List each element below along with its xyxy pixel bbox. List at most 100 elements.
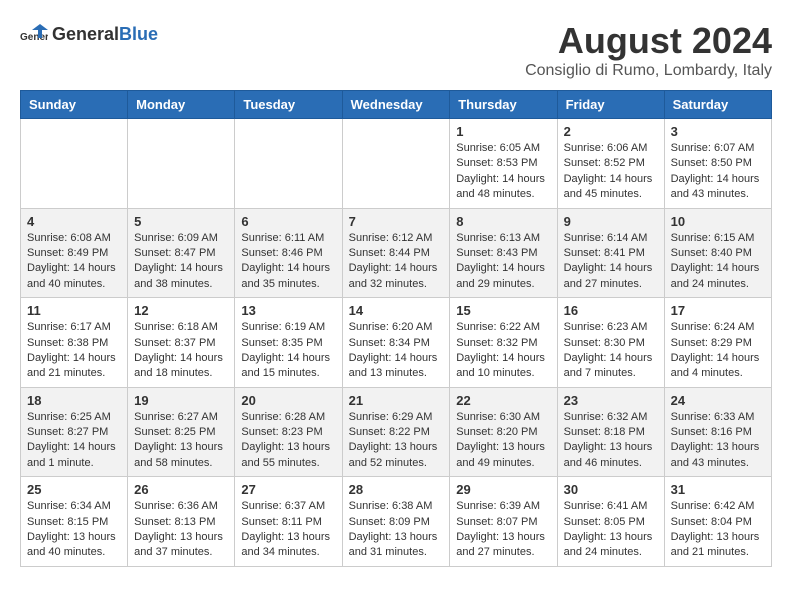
day-number: 7 (349, 214, 444, 229)
day-info: Sunrise: 6:15 AM Sunset: 8:40 PM Dayligh… (671, 231, 765, 293)
day-info: Sunrise: 6:36 AM Sunset: 8:13 PM Dayligh… (134, 499, 228, 561)
week-row-1: 1 Sunrise: 6:05 AM Sunset: 8:53 PM Daylig… (21, 119, 772, 209)
day-info: Sunrise: 6:14 AM Sunset: 8:41 PM Dayligh… (564, 231, 658, 293)
day-info: Sunrise: 6:09 AM Sunset: 8:47 PM Dayligh… (134, 231, 228, 293)
day-number: 11 (27, 303, 121, 318)
day-cell: 31 Sunrise: 6:42 AM Sunset: 8:04 PM Dayli… (664, 477, 771, 567)
day-cell: 25 Sunrise: 6:34 AM Sunset: 8:15 PM Dayli… (21, 477, 128, 567)
weekday-header-row: SundayMondayTuesdayWednesdayThursdayFrid… (21, 91, 772, 119)
day-number: 1 (456, 124, 550, 139)
day-number: 25 (27, 482, 121, 497)
header: General GeneralBlue August 2024 Consigli… (20, 20, 772, 80)
day-info: Sunrise: 6:29 AM Sunset: 8:22 PM Dayligh… (349, 410, 444, 472)
day-info: Sunrise: 6:06 AM Sunset: 8:52 PM Dayligh… (564, 141, 658, 203)
day-cell: 14Sunrise: 6:20 AM Sunset: 8:34 PM Dayli… (342, 298, 450, 388)
day-number: 10 (671, 214, 765, 229)
day-cell: 17 Sunrise: 6:24 AM Sunset: 8:29 PM Dayli… (664, 298, 771, 388)
day-info: Sunrise: 6:11 AM Sunset: 8:46 PM Dayligh… (241, 231, 335, 293)
day-number: 20 (241, 393, 335, 408)
day-info: Sunrise: 6:12 AM Sunset: 8:44 PM Dayligh… (349, 231, 444, 293)
title-area: August 2024 Consiglio di Rumo, Lombardy,… (525, 20, 772, 80)
day-number: 6 (241, 214, 335, 229)
day-number: 22 (456, 393, 550, 408)
day-cell: 5 Sunrise: 6:09 AM Sunset: 8:47 PM Daylig… (128, 208, 235, 298)
day-cell: 6 Sunrise: 6:11 AM Sunset: 8:46 PM Daylig… (235, 208, 342, 298)
week-row-4: 18 Sunrise: 6:25 AM Sunset: 8:27 PM Dayli… (21, 387, 772, 477)
day-info: Sunrise: 6:41 AM Sunset: 8:05 PM Dayligh… (564, 499, 658, 561)
day-cell (128, 119, 235, 209)
day-info: Sunrise: 6:24 AM Sunset: 8:29 PM Dayligh… (671, 320, 765, 382)
day-info: Sunrise: 6:38 AM Sunset: 8:09 PM Dayligh… (349, 499, 444, 561)
week-row-5: 25 Sunrise: 6:34 AM Sunset: 8:15 PM Dayli… (21, 477, 772, 567)
day-info: Sunrise: 6:39 AM Sunset: 8:07 PM Dayligh… (456, 499, 550, 561)
day-cell: 28 Sunrise: 6:38 AM Sunset: 8:09 PM Dayli… (342, 477, 450, 567)
day-number: 18 (27, 393, 121, 408)
day-cell: 16 Sunrise: 6:23 AM Sunset: 8:30 PM Dayli… (557, 298, 664, 388)
day-cell: 11Sunrise: 6:17 AM Sunset: 8:38 PM Dayli… (21, 298, 128, 388)
day-info: Sunrise: 6:13 AM Sunset: 8:43 PM Dayligh… (456, 231, 550, 293)
day-cell: 19 Sunrise: 6:27 AM Sunset: 8:25 PM Dayli… (128, 387, 235, 477)
day-info: Sunrise: 6:33 AM Sunset: 8:16 PM Dayligh… (671, 410, 765, 472)
day-info: Sunrise: 6:32 AM Sunset: 8:18 PM Dayligh… (564, 410, 658, 472)
day-info: Sunrise: 6:34 AM Sunset: 8:15 PM Dayligh… (27, 499, 121, 561)
day-cell: 24 Sunrise: 6:33 AM Sunset: 8:16 PM Dayli… (664, 387, 771, 477)
day-number: 5 (134, 214, 228, 229)
day-number: 19 (134, 393, 228, 408)
location-title: Consiglio di Rumo, Lombardy, Italy (525, 62, 772, 80)
day-cell: 12Sunrise: 6:18 AM Sunset: 8:37 PM Dayli… (128, 298, 235, 388)
day-cell (235, 119, 342, 209)
day-number: 31 (671, 482, 765, 497)
day-info: Sunrise: 6:18 AM Sunset: 8:37 PM Dayligh… (134, 320, 228, 382)
calendar-body: 1 Sunrise: 6:05 AM Sunset: 8:53 PM Daylig… (21, 119, 772, 567)
day-cell: 18 Sunrise: 6:25 AM Sunset: 8:27 PM Dayli… (21, 387, 128, 477)
day-cell: 27Sunrise: 6:37 AM Sunset: 8:11 PM Dayli… (235, 477, 342, 567)
day-number: 8 (456, 214, 550, 229)
day-info: Sunrise: 6:23 AM Sunset: 8:30 PM Dayligh… (564, 320, 658, 382)
day-cell: 9 Sunrise: 6:14 AM Sunset: 8:41 PM Daylig… (557, 208, 664, 298)
day-info: Sunrise: 6:19 AM Sunset: 8:35 PM Dayligh… (241, 320, 335, 382)
logo-general: General (52, 24, 119, 44)
day-number: 3 (671, 124, 765, 139)
day-info: Sunrise: 6:37 AM Sunset: 8:11 PM Dayligh… (241, 499, 335, 561)
weekday-friday: Friday (557, 91, 664, 119)
day-number: 26 (134, 482, 228, 497)
day-info: Sunrise: 6:42 AM Sunset: 8:04 PM Dayligh… (671, 499, 765, 561)
day-number: 4 (27, 214, 121, 229)
day-cell: 30Sunrise: 6:41 AM Sunset: 8:05 PM Dayli… (557, 477, 664, 567)
weekday-thursday: Thursday (450, 91, 557, 119)
day-number: 9 (564, 214, 658, 229)
day-info: Sunrise: 6:28 AM Sunset: 8:23 PM Dayligh… (241, 410, 335, 472)
day-number: 14 (349, 303, 444, 318)
month-title: August 2024 (525, 20, 772, 62)
day-cell: 10 Sunrise: 6:15 AM Sunset: 8:40 PM Dayli… (664, 208, 771, 298)
day-number: 13 (241, 303, 335, 318)
weekday-sunday: Sunday (21, 91, 128, 119)
day-cell: 7 Sunrise: 6:12 AM Sunset: 8:44 PM Daylig… (342, 208, 450, 298)
day-info: Sunrise: 6:25 AM Sunset: 8:27 PM Dayligh… (27, 410, 121, 472)
day-number: 23 (564, 393, 658, 408)
day-number: 16 (564, 303, 658, 318)
day-info: Sunrise: 6:27 AM Sunset: 8:25 PM Dayligh… (134, 410, 228, 472)
day-info: Sunrise: 6:30 AM Sunset: 8:20 PM Dayligh… (456, 410, 550, 472)
day-number: 29 (456, 482, 550, 497)
logo: General GeneralBlue (20, 20, 158, 48)
day-cell: 26 Sunrise: 6:36 AM Sunset: 8:13 PM Dayli… (128, 477, 235, 567)
day-number: 24 (671, 393, 765, 408)
weekday-saturday: Saturday (664, 91, 771, 119)
day-info: Sunrise: 6:07 AM Sunset: 8:50 PM Dayligh… (671, 141, 765, 203)
day-info: Sunrise: 6:05 AM Sunset: 8:53 PM Dayligh… (456, 141, 550, 203)
day-cell: 13 Sunrise: 6:19 AM Sunset: 8:35 PM Dayli… (235, 298, 342, 388)
svg-text:General: General (20, 32, 48, 43)
calendar: SundayMondayTuesdayWednesdayThursdayFrid… (20, 90, 772, 567)
day-number: 21 (349, 393, 444, 408)
day-number: 17 (671, 303, 765, 318)
day-number: 28 (349, 482, 444, 497)
day-cell: 3 Sunrise: 6:07 AM Sunset: 8:50 PM Daylig… (664, 119, 771, 209)
logo-blue: Blue (119, 24, 158, 44)
day-cell: 8 Sunrise: 6:13 AM Sunset: 8:43 PM Daylig… (450, 208, 557, 298)
day-cell: 1 Sunrise: 6:05 AM Sunset: 8:53 PM Daylig… (450, 119, 557, 209)
day-cell: 22 Sunrise: 6:30 AM Sunset: 8:20 PM Dayli… (450, 387, 557, 477)
day-cell: 2Sunrise: 6:06 AM Sunset: 8:52 PM Daylig… (557, 119, 664, 209)
weekday-tuesday: Tuesday (235, 91, 342, 119)
day-cell: 29 Sunrise: 6:39 AM Sunset: 8:07 PM Dayli… (450, 477, 557, 567)
